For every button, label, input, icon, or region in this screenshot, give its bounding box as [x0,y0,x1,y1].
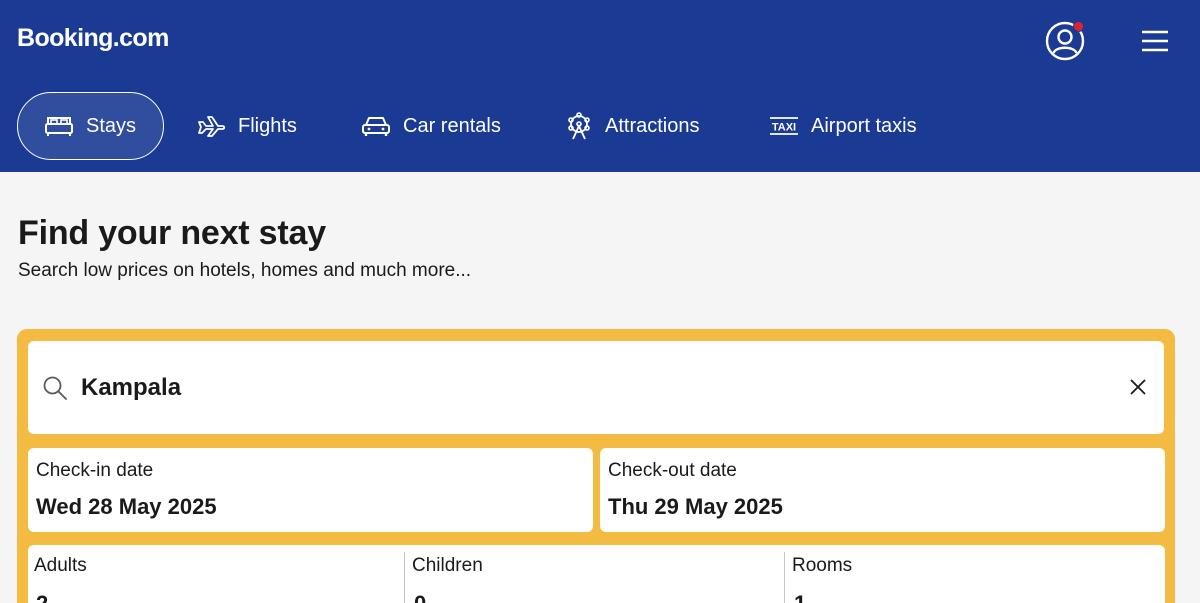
children-value: 0 [414,591,426,603]
rooms-label: Rooms [792,555,853,576]
tab-attractions-label: Attractions [605,114,700,137]
checkin-value: Wed 28 May 2025 [36,494,217,519]
checkout-value: Thu 29 May 2025 [608,494,783,519]
ferris-wheel-icon [565,112,593,140]
notification-dot [1073,21,1084,32]
car-icon [361,114,391,138]
bed-icon [44,114,74,138]
adults-field[interactable]: Adults 2 [28,545,404,603]
divider [784,552,785,603]
children-label: Children [412,555,483,576]
tab-stays[interactable]: Stays [17,92,164,160]
tab-airport-taxis-label: Airport taxis [811,114,917,137]
booking-logo[interactable]: Booking.com [17,24,169,53]
tab-car-rentals-label: Car rentals [403,114,501,137]
clear-icon[interactable] [1129,378,1147,401]
search-icon [42,375,68,406]
header: Booking.com Stays Flights Car rentals At… [0,0,1200,172]
menu-button[interactable] [1140,28,1170,54]
adults-label: Adults [34,555,87,576]
children-field[interactable]: Children 0 [406,545,784,603]
plane-icon [196,114,226,138]
divider [404,552,405,603]
rooms-field[interactable]: Rooms 1 [786,545,1165,603]
checkout-label: Check-out date [608,460,737,481]
occupancy-field: Adults 2 Children 0 Rooms 1 [28,545,1165,603]
account-button[interactable] [1045,21,1085,61]
tab-flights[interactable]: Flights [196,92,297,160]
page-title: Find your next stay [18,214,326,252]
checkout-date-field[interactable]: Check-out date Thu 29 May 2025 [600,448,1165,532]
svg-text:TAXI: TAXI [772,122,796,134]
tab-airport-taxis[interactable]: TAXI Airport taxis [769,92,917,160]
checkin-label: Check-in date [36,460,154,481]
adults-value: 2 [36,591,48,603]
tab-attractions[interactable]: Attractions [565,92,699,160]
taxi-icon: TAXI [769,115,799,137]
tab-flights-label: Flights [238,114,297,137]
hamburger-menu-icon [1142,30,1168,52]
page-subtitle: Search low prices on hotels, homes and m… [18,260,472,281]
tab-car-rentals[interactable]: Car rentals [361,92,501,160]
destination-value: Kampala [81,374,182,401]
tab-stays-label: Stays [86,114,137,137]
destination-field[interactable]: Kampala [28,341,1164,434]
checkin-date-field[interactable]: Check-in date Wed 28 May 2025 [28,448,593,532]
rooms-value: 1 [794,591,806,603]
